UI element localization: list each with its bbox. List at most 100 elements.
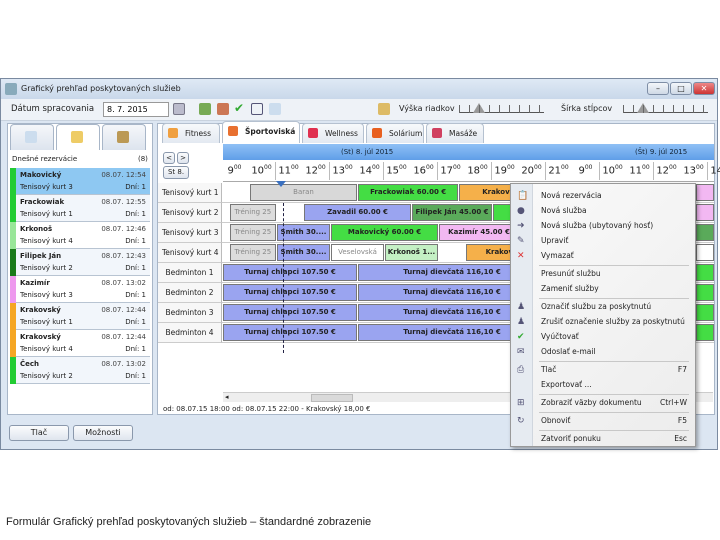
- today-button[interactable]: St 8.: [163, 166, 189, 179]
- category-icon: [168, 128, 178, 138]
- menu-item[interactable]: ✎ Upraviť: [511, 234, 695, 248]
- booking-bar[interactable]: Turnaj chlapci 107.50 €: [223, 284, 357, 301]
- resource-row-label[interactable]: Tenisový kurt 2: [158, 203, 222, 223]
- reservation-item[interactable]: Frackowiak 08.07. 12:55 Tenisový kurt 1 Dní…: [10, 195, 150, 222]
- next-button[interactable]: >: [177, 152, 189, 164]
- prev-button[interactable]: <: [163, 152, 175, 164]
- tab-category[interactable]: Wellness: [302, 123, 364, 143]
- menu-item[interactable]: ● Nová služba: [511, 204, 695, 218]
- day-label: (Št) 9. júl 2015: [635, 148, 688, 156]
- resource-row-label[interactable]: Bedminton 4: [158, 323, 222, 343]
- booking-bar[interactable]: Frackowiak 60.00 €: [358, 184, 459, 201]
- days-count: Dní: 1: [125, 210, 146, 218]
- booking-bar[interactable]: Turnaj chlapci 107.50 €: [223, 264, 357, 281]
- scroll-thumb[interactable]: [311, 394, 353, 402]
- options-button[interactable]: Možnosti: [73, 425, 133, 441]
- hour-label: 1700: [440, 164, 461, 177]
- reservation-item[interactable]: Krkonoš 08.07. 12:46 Tenisový kurt 4 Dní: 1: [10, 222, 150, 249]
- booking-bar[interactable]: Kazimír 45.00 €: [439, 224, 519, 241]
- tab-category[interactable]: Masáže: [426, 123, 484, 143]
- row-height-slider[interactable]: [459, 102, 544, 116]
- booking-bar[interactable]: Baran: [250, 184, 357, 201]
- booking-bar[interactable]: [696, 244, 714, 261]
- booking-bar[interactable]: [696, 304, 714, 321]
- court-name: Tenisový kurt 2: [20, 372, 73, 380]
- date-input[interactable]: [103, 102, 169, 117]
- reservation-item[interactable]: Krakovský 08.07. 12:44 Tenisový kurt 1 Dní:…: [10, 303, 150, 330]
- tab-category[interactable]: Fitness: [162, 123, 220, 143]
- mark-provided-icon[interactable]: [199, 103, 211, 115]
- menu-item[interactable]: ✕ Vymazať: [511, 249, 695, 263]
- reservation-item[interactable]: Krakovský 08.07. 12:44 Tenisový kurt 4 Dní:…: [10, 330, 150, 357]
- reservation-item[interactable]: Filipek Ján 08.07. 12:43 Tenisový kurt 2 Dn…: [10, 249, 150, 276]
- menu-item[interactable]: ♟ Zrušiť označenie služby za poskytnutú: [511, 315, 695, 329]
- maximize-button[interactable]: □: [670, 82, 692, 95]
- menu-item[interactable]: ↻ Obnoviť F5: [511, 414, 695, 428]
- minimize-button[interactable]: –: [647, 82, 669, 95]
- menu-separator: [539, 298, 689, 299]
- hour-label: 1100: [278, 164, 299, 177]
- menu-item-icon: ♟: [517, 317, 526, 327]
- tab-reservations[interactable]: [10, 124, 54, 150]
- booking-bar[interactable]: Krkonoš 1...: [385, 244, 438, 261]
- booking-bar[interactable]: Smith 30....: [277, 244, 330, 261]
- booking-bar[interactable]: Makovický 60.00 €: [331, 224, 438, 241]
- menu-item-label: Zameniť služby: [541, 284, 599, 293]
- print-button[interactable]: Tlač: [9, 425, 69, 441]
- reservations-panel: Dnešné rezervácie (8) Makovický 08.07. 12…: [7, 123, 153, 415]
- booking-bar[interactable]: Turnaj chlapci 107.50 €: [223, 304, 357, 321]
- booking-bar[interactable]: [696, 204, 714, 221]
- booking-bar[interactable]: Tréning 25: [229, 244, 276, 261]
- resource-row-label[interactable]: Bedminton 2: [158, 283, 222, 303]
- reservation-item[interactable]: Makovický 08.07. 12:54 Tenisový kurt 3 Dní:…: [10, 168, 150, 195]
- booking-bar[interactable]: [696, 184, 714, 201]
- close-button[interactable]: ✕: [693, 82, 715, 95]
- menu-item[interactable]: ✔ Vyúčtovať: [511, 330, 695, 344]
- filter-icon[interactable]: [378, 103, 390, 115]
- checkmark-icon[interactable]: ✔: [234, 101, 244, 115]
- tab-schedule[interactable]: [56, 124, 100, 150]
- menu-item[interactable]: 📋 Nová rezervácia: [511, 189, 695, 203]
- menu-item[interactable]: Presunúť službu: [511, 267, 695, 281]
- calendar-icon[interactable]: [173, 103, 185, 115]
- tab-category[interactable]: Športoviská: [222, 121, 300, 143]
- booking-bar[interactable]: Zavadil 60.00 €: [304, 204, 411, 221]
- booking-bar[interactable]: Turnaj chlapci 107.50 €: [223, 324, 357, 341]
- tab-category[interactable]: Solárium: [366, 123, 424, 143]
- menu-item[interactable]: Zatvoriť ponuku Esc: [511, 432, 695, 446]
- unmark-provided-icon[interactable]: [217, 103, 229, 115]
- scroll-left-icon[interactable]: ◂: [225, 393, 229, 401]
- document-links-icon[interactable]: [251, 103, 263, 115]
- booking-bar[interactable]: Tréning 25: [229, 204, 276, 221]
- days-count: Dní: 1: [125, 291, 146, 299]
- current-time-line: [283, 203, 284, 353]
- booking-bar[interactable]: Filipek Ján 45.00 €: [412, 204, 492, 221]
- menu-item[interactable]: Exportovať ...: [511, 378, 695, 392]
- menu-item[interactable]: ⎙ Tlač F7: [511, 363, 695, 377]
- column-width-slider[interactable]: [623, 102, 708, 116]
- menu-item[interactable]: Zameniť služby: [511, 282, 695, 296]
- tab-billing[interactable]: [102, 124, 146, 150]
- booking-bar[interactable]: [696, 264, 714, 281]
- booking-bar[interactable]: Veselovská: [331, 244, 384, 261]
- resource-row-label[interactable]: Tenisový kurt 3: [158, 223, 222, 243]
- reservation-time: 08.07. 12:44: [101, 333, 146, 341]
- court-name: Tenisový kurt 3: [20, 291, 73, 299]
- menu-item[interactable]: ⊞ Zobraziť väzby dokumentu Ctrl+W: [511, 396, 695, 410]
- reservation-item[interactable]: Čech 08.07. 13:02 Tenisový kurt 2 Dní: 1: [10, 357, 150, 384]
- resource-row-label[interactable]: Bedminton 3: [158, 303, 222, 323]
- booking-bar[interactable]: [696, 284, 714, 301]
- booking-bar[interactable]: Tréning 25: [229, 224, 276, 241]
- grid-icon[interactable]: [269, 103, 281, 115]
- menu-item-label: Exportovať ...: [541, 380, 592, 389]
- reservation-item[interactable]: Kazimír 08.07. 13:02 Tenisový kurt 3 Dní: 1: [10, 276, 150, 303]
- resource-row-label[interactable]: Tenisový kurt 1: [158, 183, 222, 203]
- booking-bar[interactable]: [696, 324, 714, 341]
- menu-item[interactable]: ♟ Označiť službu za poskytnutú: [511, 300, 695, 314]
- booking-bar[interactable]: [696, 224, 714, 241]
- menu-item[interactable]: ➜ Nová služba (ubytovaný hosť): [511, 219, 695, 233]
- booking-bar[interactable]: Smith 30....: [277, 224, 330, 241]
- resource-row-label[interactable]: Bedminton 1: [158, 263, 222, 283]
- resource-row-label[interactable]: Tenisový kurt 4: [158, 243, 222, 263]
- menu-item[interactable]: ✉ Odoslať e-mail: [511, 345, 695, 359]
